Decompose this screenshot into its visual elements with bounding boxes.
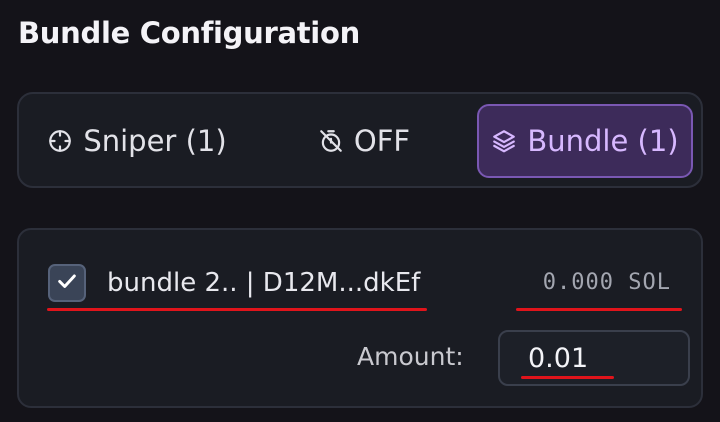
bundle-wallet-label: bundle 2.. | D12M...dkEf [107, 268, 421, 298]
mode-bundle-label: Bundle (1) [527, 124, 679, 158]
mode-sniper-button[interactable]: Sniper (1) [37, 104, 237, 178]
mode-off-label: OFF [353, 124, 411, 158]
amount-highlight-underline [521, 376, 614, 379]
timer-off-icon [318, 128, 344, 154]
mode-sniper-label: Sniper (1) [83, 124, 227, 158]
balance-highlight-underline [516, 308, 682, 311]
section-title: Bundle Configuration [18, 16, 360, 50]
mode-off-button[interactable]: OFF [294, 104, 434, 178]
mode-selector: Sniper (1) OFF Bundle (1) [17, 92, 703, 188]
checkmark-icon [56, 270, 78, 296]
layers-icon [491, 128, 517, 154]
mode-bundle-button[interactable]: Bundle (1) [477, 104, 693, 178]
crosshair-icon [47, 128, 73, 154]
bundle-wallet-card: bundle 2.. | D12M...dkEf 0.000 SOL Amoun… [17, 228, 703, 408]
label-highlight-underline [47, 308, 427, 311]
amount-label: Amount: [357, 342, 464, 371]
bundle-checkbox[interactable] [48, 264, 86, 302]
wallet-balance: 0.000 SOL [542, 270, 671, 295]
